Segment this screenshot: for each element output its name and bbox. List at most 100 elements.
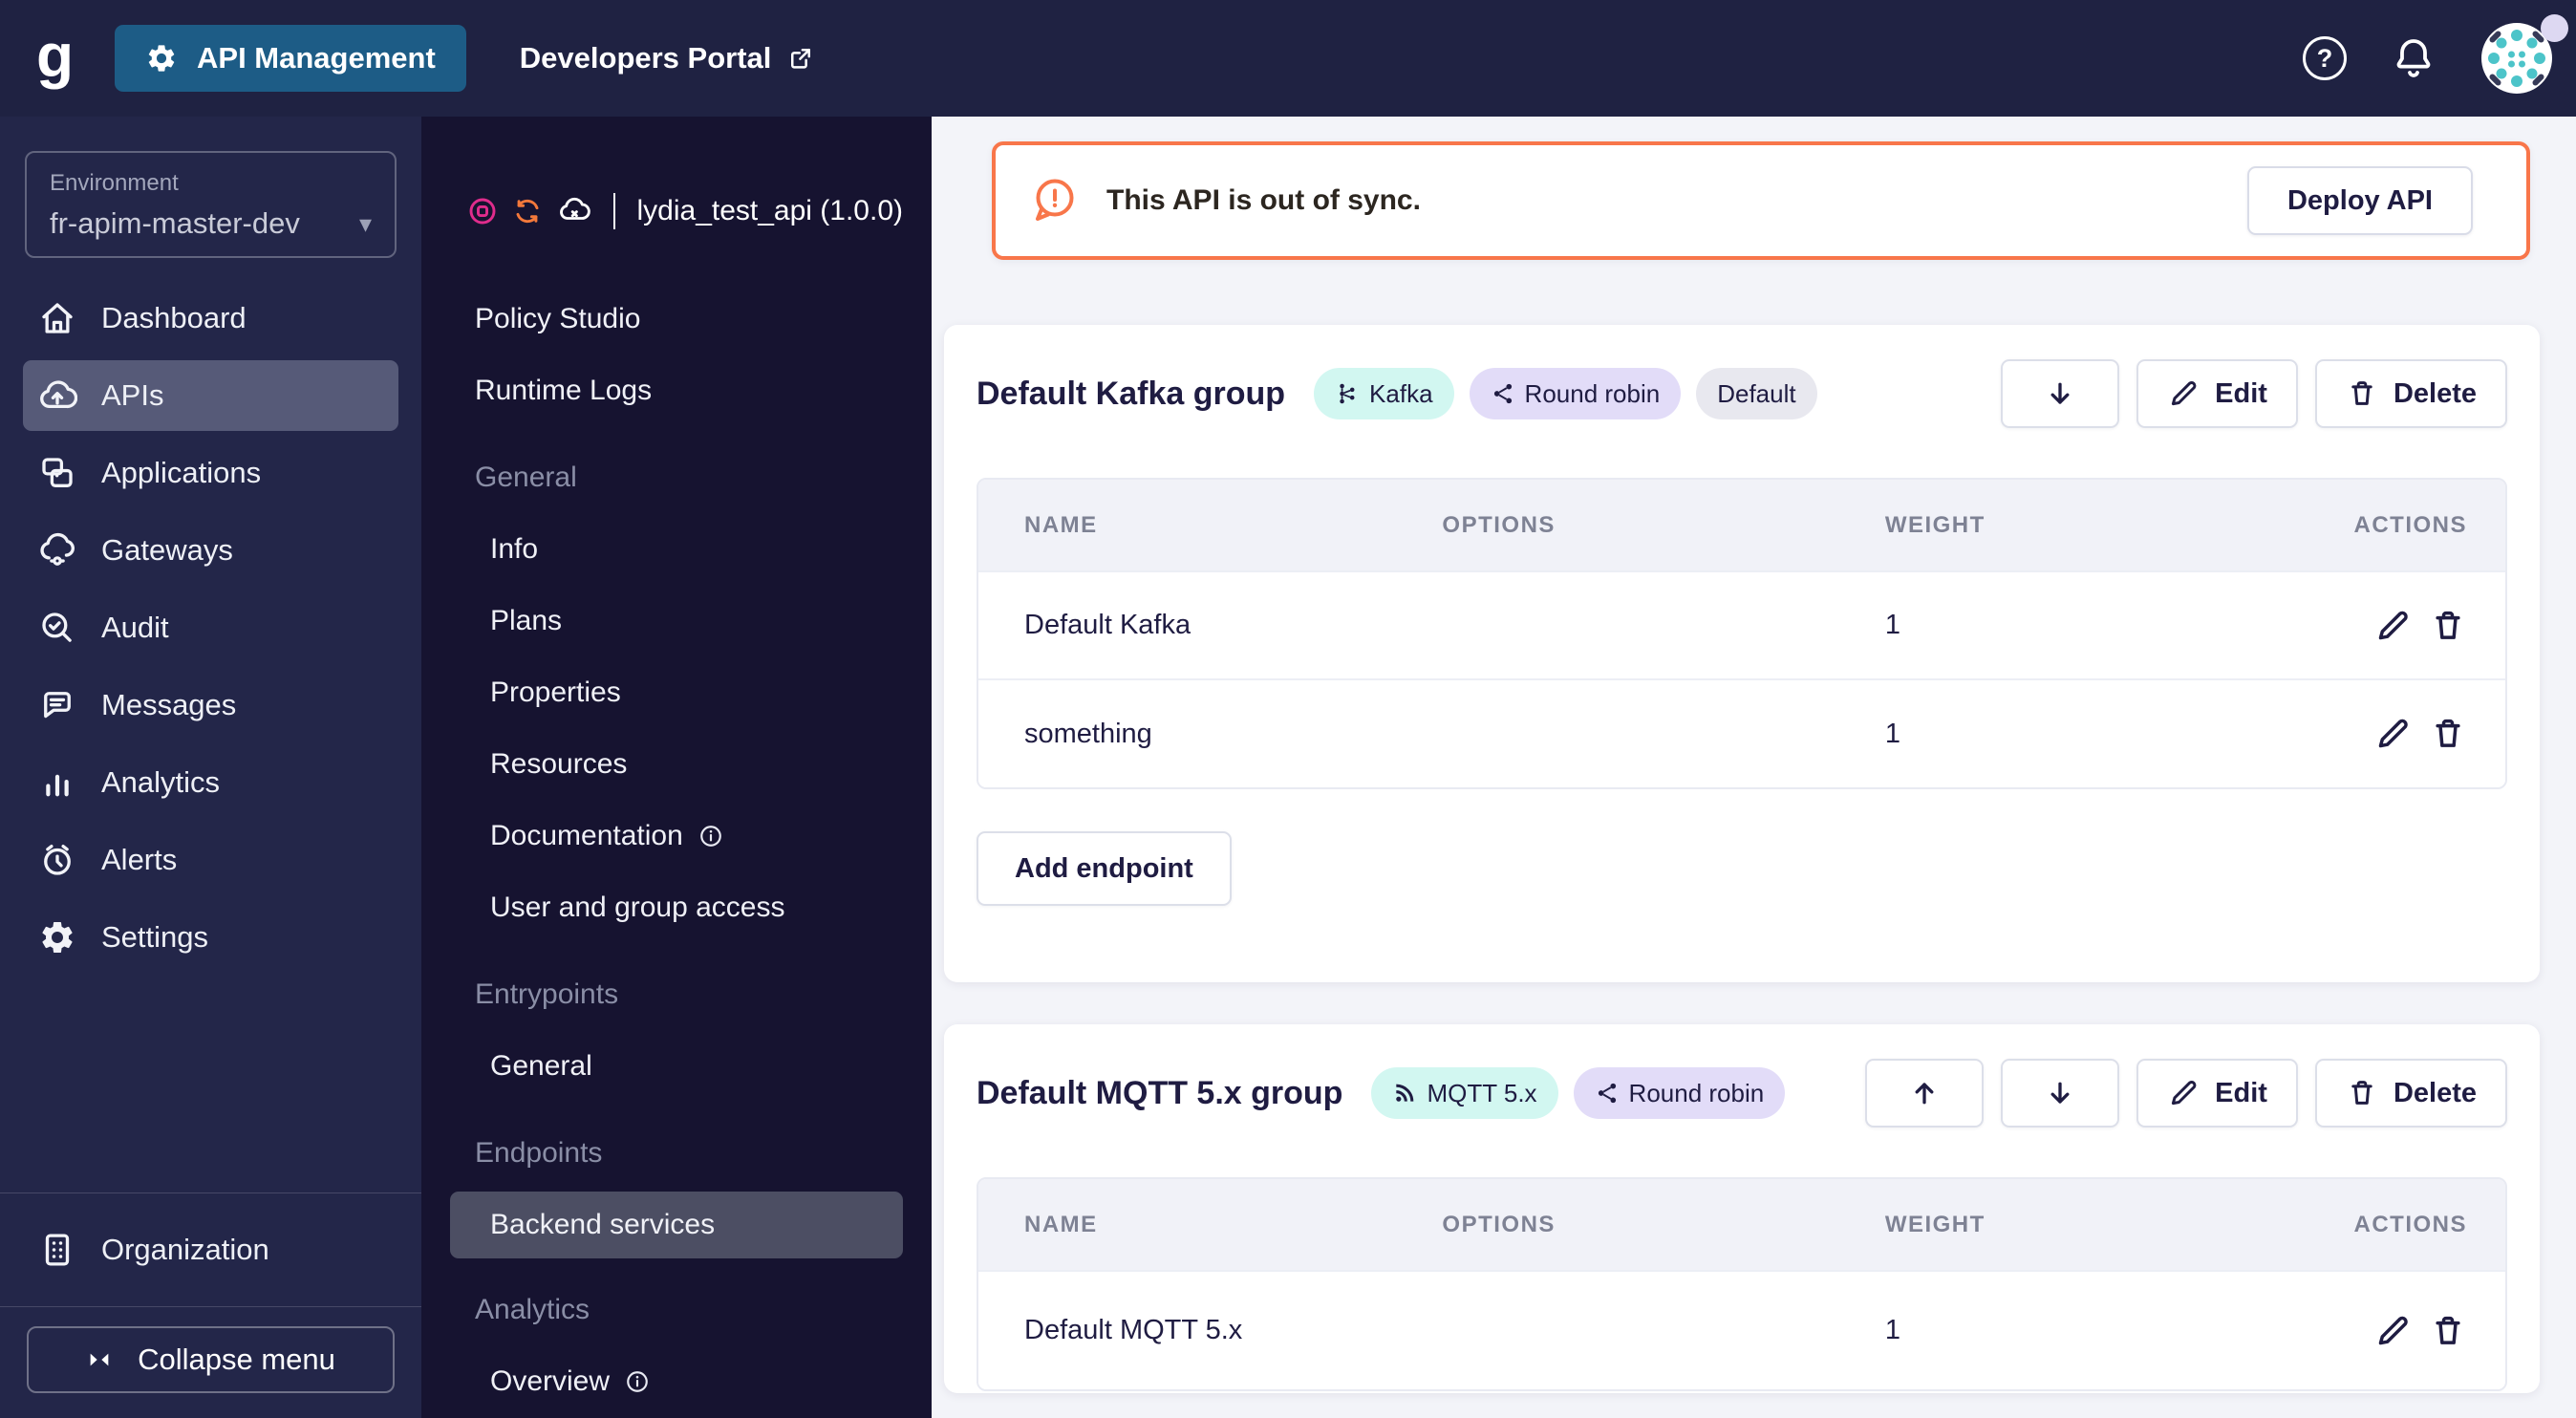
api-menu-overview[interactable]: Overview [450, 1345, 903, 1417]
api-management-button[interactable]: API Management [115, 25, 466, 92]
user-avatar[interactable] [2480, 14, 2568, 95]
api-menu-user-group-access[interactable]: User and group access [450, 871, 903, 943]
sidebar-item-organization[interactable]: Organization [23, 1214, 398, 1285]
notifications-bell-icon[interactable] [2391, 35, 2436, 81]
api-management-label: API Management [197, 41, 436, 75]
badge-label: Default [1717, 378, 1796, 408]
button-label: Edit [2215, 1077, 2267, 1108]
sidebar-nav: Dashboard APIs Applications Gateways Aud… [23, 283, 398, 979]
environment-value: fr-apim-master-dev [50, 206, 300, 240]
collapse-menu-label: Collapse menu [138, 1343, 335, 1376]
trash-icon [2346, 377, 2378, 410]
stop-circle-icon [467, 196, 498, 226]
warning-bubble-icon [1028, 175, 1080, 226]
developers-portal-link[interactable]: Developers Portal [520, 41, 816, 75]
column-header-weight: WEIGHT [1863, 1179, 2216, 1271]
menu-label: Runtime Logs [475, 374, 653, 406]
api-menu-backend-services[interactable]: Backend services [450, 1192, 903, 1258]
collapse-menu-button[interactable]: Collapse menu [27, 1326, 395, 1393]
badge-label: Kafka [1369, 378, 1433, 408]
sidebar-item-applications[interactable]: Applications [23, 438, 398, 508]
api-menu-runtime-logs[interactable]: Runtime Logs [450, 354, 903, 426]
chevron-down-icon: ▾ [358, 208, 372, 238]
bar-chart-icon [36, 763, 78, 803]
group-title: Default Kafka group [977, 375, 1286, 412]
gravitee-logo[interactable]: g [36, 25, 82, 86]
edit-group-button[interactable]: Edit [2136, 1059, 2298, 1128]
badge-default: Default [1696, 368, 1817, 419]
api-menu-resources[interactable]: Resources [450, 728, 903, 800]
info-icon [698, 824, 723, 849]
sidebar-item-alerts[interactable]: Alerts [23, 825, 398, 895]
alarm-clock-icon [36, 840, 78, 880]
sidebar-item-messages[interactable]: Messages [23, 670, 398, 741]
deploy-api-button[interactable]: Deploy API [2246, 166, 2473, 235]
menu-label: Policy Studio [475, 302, 641, 334]
api-section-analytics: Analytics [475, 1293, 590, 1325]
endpoint-weight: 1 [1863, 678, 2216, 787]
delete-group-button[interactable]: Delete [2314, 1059, 2507, 1128]
group-title: Default MQTT 5.x group [977, 1074, 1343, 1111]
endpoint-options [1421, 1270, 1864, 1389]
organization-icon [36, 1230, 78, 1270]
divider [613, 193, 615, 229]
endpoint-group-card-kafka: Default Kafka group Kafka Round robin De… [944, 325, 2540, 982]
gear-icon [145, 42, 178, 75]
endpoint-name: something [978, 678, 1422, 787]
move-group-down-button[interactable] [2001, 1059, 2120, 1128]
menu-label: Plans [490, 604, 563, 636]
endpoints-table: NAME OPTIONS WEIGHT ACTIONS Default MQTT… [977, 1177, 2507, 1391]
api-menu-properties[interactable]: Properties [450, 656, 903, 728]
api-menu-policy-studio[interactable]: Policy Studio [450, 283, 903, 354]
column-header-options: OPTIONS [1421, 1179, 1864, 1271]
mqtt-icon [1392, 1081, 1417, 1106]
api-menu-info[interactable]: Info [450, 513, 903, 585]
endpoint-options [1421, 570, 1864, 679]
pencil-icon [2167, 377, 2200, 410]
badge-mqtt: MQTT 5.x [1371, 1067, 1558, 1119]
table-row: Default MQTT 5.x 1 [978, 1270, 2505, 1389]
audit-search-icon [36, 608, 78, 648]
gear-icon [36, 918, 78, 956]
api-menu-documentation[interactable]: Documentation [450, 800, 903, 871]
environment-label: Environment [50, 170, 179, 196]
menu-label: Documentation [490, 819, 683, 851]
share-icon [1595, 1081, 1620, 1106]
menu-label: Resources [490, 747, 628, 780]
move-group-down-button[interactable] [2001, 359, 2120, 428]
add-endpoint-button[interactable]: Add endpoint [977, 831, 1232, 906]
api-menu: Policy Studio Runtime Logs General Info … [450, 283, 903, 1417]
sidebar-item-apis[interactable]: APIs [23, 360, 398, 431]
table-row: Default Kafka 1 [978, 570, 2505, 679]
edit-endpoint-icon[interactable] [2373, 1312, 2412, 1350]
move-group-up-button[interactable] [1865, 1059, 1985, 1128]
environment-selector[interactable]: Environment fr-apim-master-dev ▾ [25, 151, 397, 258]
edit-endpoint-icon[interactable] [2373, 607, 2412, 645]
button-label: Delete [2393, 377, 2477, 409]
api-menu-entrypoints-general[interactable]: General [450, 1030, 903, 1102]
delete-endpoint-icon[interactable] [2429, 607, 2467, 645]
delete-group-button[interactable]: Delete [2314, 359, 2507, 428]
edit-group-button[interactable]: Edit [2136, 359, 2298, 428]
sidebar-item-label: Analytics [101, 765, 221, 799]
sidebar-item-analytics[interactable]: Analytics [23, 747, 398, 818]
sidebar-item-settings[interactable]: Settings [23, 902, 398, 973]
sidebar-item-label: Messages [101, 688, 237, 721]
delete-endpoint-icon[interactable] [2429, 715, 2467, 753]
delete-endpoint-icon[interactable] [2429, 1312, 2467, 1350]
endpoint-weight: 1 [1863, 570, 2216, 679]
sidebar-item-audit[interactable]: Audit [23, 592, 398, 663]
trash-icon [2346, 1077, 2378, 1109]
badge-round-robin: Round robin [1469, 368, 1682, 419]
help-icon[interactable]: ? [2303, 36, 2347, 80]
developers-portal-label: Developers Portal [519, 41, 772, 75]
column-header-name: NAME [978, 480, 1422, 571]
menu-label: Properties [490, 676, 621, 708]
api-menu-plans[interactable]: Plans [450, 585, 903, 656]
button-label: Edit [2215, 377, 2267, 409]
endpoint-group-card-mqtt: Default MQTT 5.x group MQTT 5.x Round ro… [944, 1024, 2540, 1393]
edit-endpoint-icon[interactable] [2373, 715, 2412, 753]
sidebar-item-dashboard[interactable]: Dashboard [23, 283, 398, 354]
sidebar-item-gateways[interactable]: Gateways [23, 515, 398, 586]
badge-label: Round robin [1524, 378, 1661, 408]
